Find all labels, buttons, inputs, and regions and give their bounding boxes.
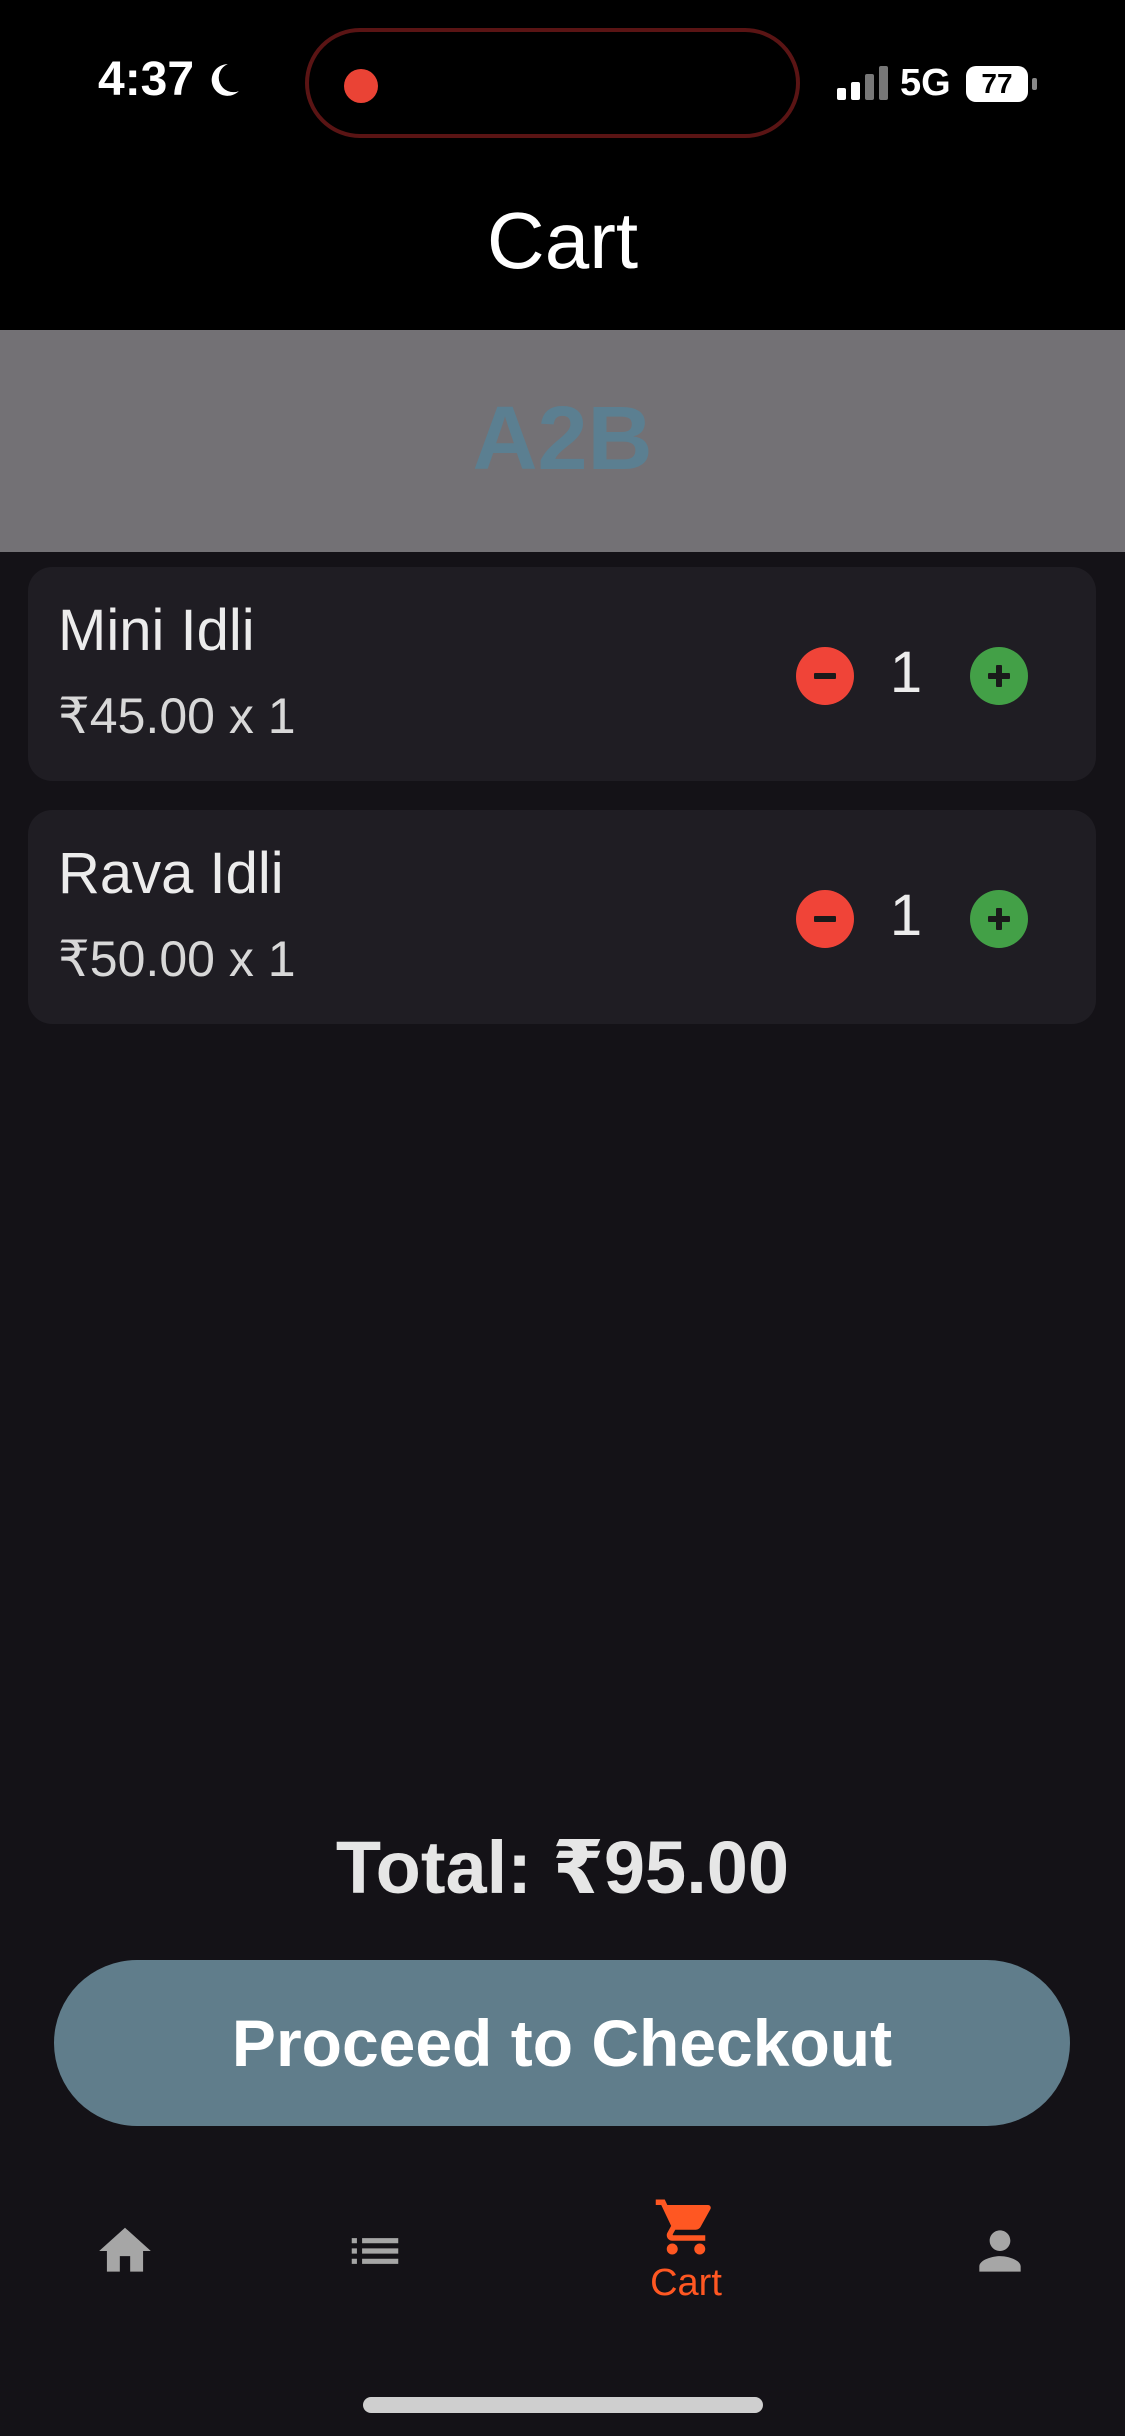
decrease-quantity-button[interactable] (796, 890, 854, 948)
person-icon (979, 2230, 1021, 2272)
home-icon (99, 2227, 151, 2272)
cart-item: Mini Idli ₹45.00 x 1 1 (28, 567, 1096, 781)
cart-item: Rava Idli ₹50.00 x 1 1 (28, 810, 1096, 1024)
item-name: Rava Idli (58, 841, 284, 906)
status-time-text: 4:37 (98, 53, 195, 106)
item-price: ₹50.00 x 1 (58, 931, 296, 987)
plus-icon (988, 908, 1010, 930)
minus-icon (814, 673, 836, 679)
plus-icon (988, 665, 1010, 687)
minus-icon (814, 916, 836, 922)
item-price: ₹45.00 x 1 (58, 688, 296, 744)
cart-icon (655, 2199, 711, 2255)
nav-item-cart-label: Cart (650, 2262, 722, 2304)
decrease-quantity-button[interactable] (796, 647, 854, 705)
moon-icon (211, 63, 239, 96)
nav-item-list[interactable] (275, 2180, 475, 2340)
list-icon (351, 2238, 399, 2264)
bottom-nav: Cart (0, 2180, 1125, 2340)
increase-quantity-button[interactable] (970, 647, 1028, 705)
recording-indicator-icon (344, 69, 378, 103)
nav-item-home[interactable] (25, 2180, 225, 2340)
battery-icon: 77 (966, 66, 1028, 102)
app-header: Cart (0, 165, 1125, 330)
nav-item-cart[interactable]: Cart (586, 2180, 786, 2340)
restaurant-banner: A2B (0, 330, 1125, 552)
item-name: Mini Idli (58, 598, 255, 663)
quantity-value: 1 (889, 883, 923, 948)
network-type: 5G (900, 62, 951, 104)
page-title: Cart (486, 196, 639, 285)
cart-total: Total: ₹95.00 (335, 1826, 790, 1909)
dynamic-island (305, 28, 800, 138)
signal-icon (837, 66, 888, 100)
battery-tip (1032, 78, 1037, 90)
status-bar: 4:37 5G 77 (0, 0, 1125, 165)
checkout-button[interactable]: Proceed to Checkout (54, 1960, 1070, 2126)
status-time: 4:37 (98, 52, 242, 107)
home-indicator[interactable] (363, 2397, 763, 2413)
increase-quantity-button[interactable] (970, 890, 1028, 948)
quantity-value: 1 (889, 640, 923, 705)
restaurant-name: A2B (472, 389, 653, 489)
nav-item-profile[interactable] (900, 2180, 1100, 2340)
